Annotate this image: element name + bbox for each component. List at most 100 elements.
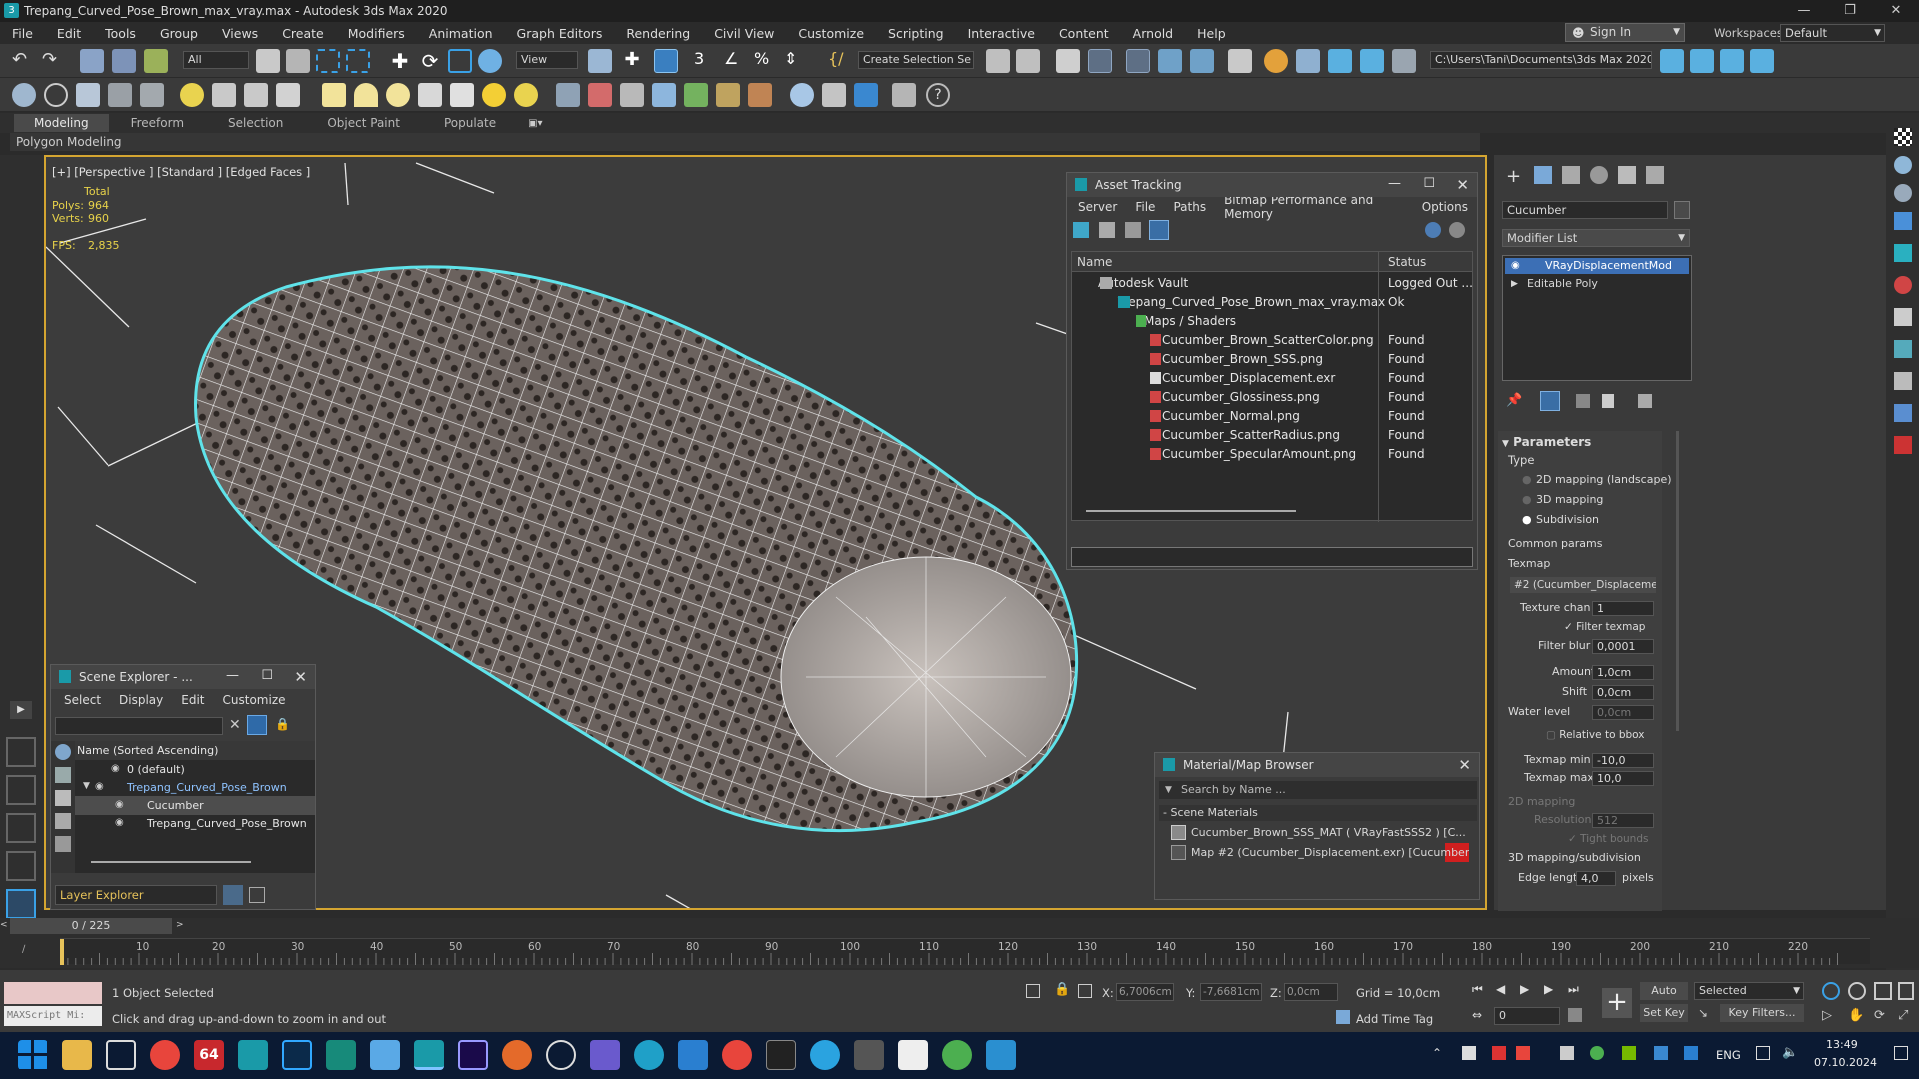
scene-menu-customize[interactable]: Customize <box>214 693 295 707</box>
menu-rendering[interactable]: Rendering <box>614 26 702 41</box>
layout-tile-5-icon[interactable] <box>6 889 36 919</box>
object-color-swatch[interactable] <box>1674 201 1690 219</box>
tray-telegram-icon[interactable] <box>1462 1046 1476 1060</box>
asset-row[interactable]: Cucumber_Displacement.exr Found <box>1072 369 1425 388</box>
menu-arnold[interactable]: Arnold <box>1121 26 1185 41</box>
curve-editor-icon[interactable] <box>1158 49 1182 73</box>
tray-green-icon[interactable] <box>1590 1046 1604 1060</box>
bind-spacewarp-icon[interactable] <box>144 49 168 73</box>
create-tab-icon[interactable]: + <box>1506 166 1521 187</box>
move-icon[interactable]: ✚ <box>388 49 412 73</box>
viewport-layout-icon[interactable] <box>1690 49 1714 73</box>
ribbon-panel-polygon-modeling[interactable]: Polygon Modeling <box>10 133 1480 151</box>
3dsmax-alt-icon[interactable] <box>326 1040 356 1070</box>
menu-group[interactable]: Group <box>148 26 210 41</box>
tray-bluetooth-icon[interactable] <box>1684 1046 1698 1060</box>
schematic-view-icon[interactable] <box>1190 49 1214 73</box>
amount-spinner[interactable]: 1,0cm <box>1592 665 1654 680</box>
filter-icon[interactable] <box>247 715 267 735</box>
layer-explorer-dropdown[interactable]: Layer Explorer <box>55 885 217 905</box>
table-scrollbar[interactable] <box>1086 510 1296 512</box>
tray-chevron-icon[interactable]: ⌃ <box>1432 1046 1442 1060</box>
close-icon[interactable]: ✕ <box>1873 0 1919 22</box>
rendered-frame-icon[interactable] <box>1296 49 1320 73</box>
render-icon[interactable] <box>1894 276 1912 294</box>
windows-start-icon[interactable] <box>18 1040 48 1070</box>
scroll-hbar[interactable] <box>91 861 251 863</box>
scene-explorer-header[interactable]: Scene Explorer - ... — ☐ ✕ <box>51 665 315 689</box>
col-status[interactable]: Status <box>1388 255 1426 269</box>
vray-cloud-icon[interactable] <box>44 83 68 107</box>
vray-light-icon[interactable] <box>180 83 204 107</box>
hierarchy-tab-icon[interactable] <box>1562 166 1580 184</box>
app-archive-icon[interactable] <box>590 1040 620 1070</box>
render-cloud-icon[interactable] <box>1392 49 1416 73</box>
vray-settings-icon[interactable] <box>892 83 916 107</box>
scene-menu-edit[interactable]: Edit <box>172 693 213 707</box>
asset-path-field[interactable] <box>1071 547 1473 567</box>
tray-app-icon[interactable] <box>1516 1046 1530 1060</box>
asset-row[interactable]: Autodesk Vault Logged Out ... <box>1072 274 1473 293</box>
chrome-icon[interactable] <box>150 1040 180 1070</box>
close-icon[interactable]: ✕ <box>294 668 307 686</box>
go-start-icon[interactable]: ⏮ <box>1472 982 1483 997</box>
scene-explorer-toggle-icon[interactable] <box>1088 49 1112 73</box>
menu-tools[interactable]: Tools <box>93 26 148 41</box>
time-tag-icon[interactable] <box>1336 1010 1350 1024</box>
yandex-icon[interactable] <box>722 1040 752 1070</box>
snaps-toggle-icon[interactable]: 3 <box>694 49 718 73</box>
display-objects-icon[interactable] <box>55 744 71 760</box>
vray-bake-icon[interactable] <box>822 83 846 107</box>
modifier-list-dropdown[interactable]: Modifier List ▼ <box>1502 229 1690 247</box>
asset-menu-file[interactable]: File <box>1126 200 1164 214</box>
zoom-icon[interactable] <box>1822 982 1840 1000</box>
modify-tab-icon[interactable] <box>1534 166 1552 184</box>
radio-2d-mapping[interactable]: ● 2D mapping (landscape) <box>1520 473 1672 486</box>
edge-icon[interactable] <box>634 1040 664 1070</box>
layout-tile-3-icon[interactable] <box>6 813 36 843</box>
restore-icon[interactable]: ❐ <box>1827 0 1873 22</box>
vray-decal-icon[interactable] <box>652 83 676 107</box>
field-of-view-icon[interactable]: ▷ <box>1822 1008 1832 1023</box>
vray-table-icon[interactable] <box>140 83 164 107</box>
time-slider[interactable]: 0 / 225 <box>10 918 172 934</box>
x-coordinate-field[interactable]: 6,7006cm <box>1116 983 1174 1001</box>
tree-row-trepang-layer[interactable]: Trepang_Curved_Pose_Brown <box>75 778 287 797</box>
keyboard-shortcut-icon[interactable] <box>654 49 678 73</box>
thumbnail-view-icon[interactable] <box>1125 222 1141 238</box>
parameters-title[interactable]: ▼ Parameters <box>1502 435 1591 449</box>
auto-key-button[interactable]: Auto Key <box>1640 982 1688 1015</box>
zoom-extents-icon[interactable] <box>1874 982 1892 1000</box>
telegram-icon[interactable] <box>810 1040 840 1070</box>
vray-sunlight-icon[interactable] <box>482 83 506 107</box>
texmap-min-spinner[interactable]: -10,0 <box>1592 753 1654 768</box>
key-filter-icon[interactable]: ↘ <box>1698 1006 1708 1020</box>
vray-cone-icon[interactable] <box>450 83 474 107</box>
help-context-icon[interactable] <box>1449 222 1465 238</box>
motion-tab-icon[interactable] <box>1590 166 1608 184</box>
close-icon[interactable]: ✕ <box>1456 176 1469 194</box>
menu-help[interactable]: Help <box>1185 26 1238 41</box>
menu-edit[interactable]: Edit <box>45 26 93 41</box>
3dsmax-active-icon[interactable] <box>414 1040 444 1070</box>
layer-manager-icon[interactable] <box>1056 49 1080 73</box>
scene-menu-display[interactable]: Display <box>110 693 172 707</box>
key-selection-dropdown[interactable]: Selected ▼ <box>1694 982 1804 1000</box>
menu-customize[interactable]: Customize <box>786 26 876 41</box>
shift-spinner[interactable]: 0,0cm <box>1592 685 1654 700</box>
project-folder-icon[interactable] <box>1660 49 1684 73</box>
app-64-icon[interactable]: 64 <box>194 1040 224 1070</box>
timeline-track[interactable]: 10 20 30 40 50 60 70 80 90 100 110 120 1… <box>60 938 1870 965</box>
relative-bbox-checkbox[interactable]: ▢ Relative to bbox <box>1546 729 1644 741</box>
menu-content[interactable]: Content <box>1047 26 1121 41</box>
scene-search-input[interactable] <box>55 717 223 735</box>
render-setup-icon[interactable] <box>1264 49 1288 73</box>
eye-icon[interactable]: ◉ <box>115 817 124 828</box>
network-icon[interactable] <box>1756 1046 1770 1060</box>
configure-sets-icon[interactable] <box>1638 394 1652 408</box>
eye-icon[interactable]: ◉ <box>111 763 120 774</box>
pivot-icon[interactable] <box>588 49 612 73</box>
tray-defender-icon[interactable] <box>1654 1046 1668 1060</box>
vray-lister-icon[interactable] <box>108 83 132 107</box>
sphere-icon[interactable] <box>1894 184 1912 202</box>
